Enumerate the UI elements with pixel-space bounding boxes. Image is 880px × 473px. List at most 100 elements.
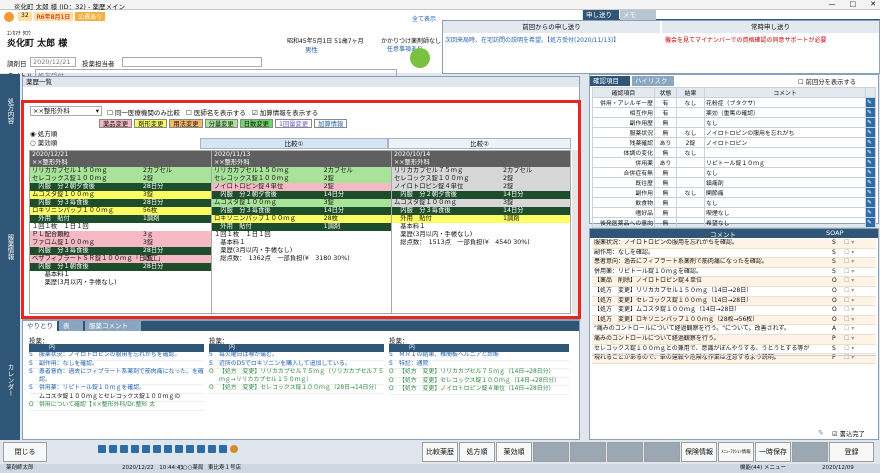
comm-row[interactable]: ムコスタ錠１００ｍｇとセレコックス錠１００ｍｇの [29, 394, 204, 402]
rx-scrollbar[interactable] [572, 150, 578, 314]
comment-check[interactable]: ☐ ▾ [844, 306, 854, 315]
sidebar-item-medication[interactable]: 服薬情報 [5, 234, 15, 260]
comm-row[interactable]: S 患者意向：過去にフィブラート系薬剤で筋肉痛になった。を確認。 [29, 369, 204, 385]
tool-icon-8[interactable] [175, 445, 183, 453]
comm-row[interactable]: S 副作用：なしを確認。 [29, 361, 204, 369]
check-row[interactable]: 相互作用有 薬効（重篤の確認） ✎ [592, 107, 876, 118]
tool-icon-7[interactable] [164, 445, 172, 453]
pen-icon[interactable]: ✎ [818, 429, 824, 437]
tab-exchange[interactable]: やりとり [23, 321, 57, 331]
tool-icon-5[interactable] [142, 445, 150, 453]
comm-row[interactable]: S ＭＲＩの結果、椎間板ヘルニアと診断 [389, 352, 569, 361]
edit-icon[interactable]: ✎ [865, 177, 876, 188]
comment-row[interactable]: 服薬状況：ノイロトロピンの服用を忘れがちを確認。 S ☐ ▾ [592, 239, 876, 249]
rx-row[interactable]: 内服 分３毎食後 14日分 [212, 207, 391, 215]
tab-memo[interactable]: メモ [620, 10, 656, 20]
tool-icon-4[interactable] [131, 445, 139, 453]
edit-icon[interactable]: ✎ [865, 127, 876, 138]
comment-row[interactable]: 副作用：なしを確認。 S ☐ ▾ [592, 248, 876, 259]
rx-row[interactable]: 内服 分３毎食後 28日分 [30, 199, 211, 207]
tool-icon-2[interactable] [109, 445, 117, 453]
edit-icon[interactable]: ✎ [865, 217, 876, 228]
f3-effect-order-button[interactable]: 薬効順 [496, 442, 532, 462]
check-row[interactable]: 副作用無なし 関節痛 ✎ [592, 187, 876, 198]
rx-row[interactable]: １回１枚 １日１回 [30, 223, 211, 231]
rx-row[interactable]: 内服 分３毎食後 14日分 [392, 207, 570, 215]
comm-row[interactable]: S 併用薬：リピトール錠１０ｍｇを確認。 [29, 385, 204, 394]
pharmacist-field[interactable] [122, 57, 262, 67]
check-row[interactable]: 体調の変化無なし ✎ [592, 147, 876, 158]
comment-check[interactable]: ☐ ▾ [844, 268, 854, 277]
edit-icon[interactable]: ✎ [865, 117, 876, 128]
f11-button[interactable] [792, 442, 828, 462]
dept-select[interactable]: ××整形外科 ▾ [30, 106, 102, 116]
comm-row[interactable]: S 近所のDSでロキソニンを購入して追加している。 [209, 361, 384, 369]
rx-row[interactable]: 総点数： 1513点 一部負担(¥ 4540 30%) [392, 239, 570, 247]
check-row[interactable]: 既往歴無 鎮痛剤 ✎ [592, 177, 876, 188]
edit-icon[interactable]: ✎ [865, 137, 876, 148]
same-clinic-checkbox[interactable]: ☐ 同一医療機関のみ比較 [107, 107, 180, 117]
f8-insurance-button[interactable]: 保険情報 [681, 442, 717, 462]
edit-icon[interactable]: ✎ [865, 157, 876, 168]
notebook-icon[interactable] [410, 48, 430, 68]
tool-icon-3[interactable] [120, 445, 128, 453]
check-row[interactable]: 後発医薬品への意向無 希望なし ✎ [592, 217, 876, 228]
comm-row[interactable]: O 【処方 変更】ノイロトロピン錠４単位（14日→28日分） [389, 386, 569, 395]
close-button[interactable]: 閉じる [3, 442, 47, 462]
comment-row[interactable]: 併用薬：リピトール錠１０ｍｇを確認。 S ☐ ▾ [592, 267, 876, 278]
delete-icon[interactable] [230, 445, 238, 453]
comment-check[interactable]: ☐ ▾ [844, 239, 854, 248]
rx-row[interactable]: 内服 分２朝夕食後 14日分 [392, 191, 570, 199]
comment-check[interactable]: ☐ ▾ [844, 249, 854, 258]
comment-row[interactable]: "痛みのコントロールについて経過観察を行う。"について。改善されず。 A ☐ ▾ [592, 325, 876, 335]
rx-row[interactable]: ムコスタ錠１００ｍｇ 3錠 [212, 199, 391, 207]
tab-handover[interactable]: 申し送り [583, 10, 619, 20]
check-row[interactable]: 併用・アレルギー歴有なし 花粉症（ブタクサ） ✎ [592, 97, 876, 108]
rx-row[interactable]: 薬歴(3月以内・手帳なし) [212, 247, 391, 255]
comm-row[interactable]: S 毎火曜日は喉が痛む。 [209, 352, 384, 361]
comment-check[interactable]: ☐ ▾ [844, 325, 854, 334]
rx-row[interactable]: ノイロトロピン錠４単位 2錠 [212, 183, 391, 191]
edit-icon[interactable]: ✎ [865, 197, 876, 208]
f4-button[interactable] [533, 442, 569, 462]
reception-date-field[interactable]: 2020/12/21 [30, 57, 76, 67]
edit-icon[interactable]: ✎ [865, 167, 876, 178]
check-row[interactable]: 副作用歴無 なし ✎ [592, 117, 876, 128]
comment-check[interactable]: ☐ ▾ [844, 258, 854, 267]
f10-temp-save-button[interactable]: 一時保存 [755, 442, 791, 462]
tool-icon-6[interactable] [153, 445, 161, 453]
rx-row[interactable]: セレコックス錠１００ｍｇ 2錠 [392, 175, 570, 183]
comment-check[interactable]: ☐ ▾ [844, 287, 854, 296]
rx-row[interactable]: セレコックス錠１００ｍｇ 2錠 [30, 175, 211, 183]
rx-row[interactable]: 基本料１ [392, 223, 570, 231]
edit-icon[interactable]: ✎ [865, 207, 876, 218]
rx-row[interactable]: 基本料１ [212, 239, 391, 247]
f1-compare-button[interactable]: 比較薬歴 [422, 442, 458, 462]
rx-row[interactable]: １回１枚 １日１回 [212, 231, 391, 239]
check-row[interactable]: 飲食物無 なし ✎ [592, 197, 876, 208]
comm-row[interactable]: S 服薬状況：ノイロトロピンの服用を忘れがちを確認。 [29, 352, 204, 361]
tab-med-comment[interactable]: 服薬コメント [85, 321, 141, 331]
comment-check[interactable]: ☐ ▾ [844, 335, 854, 344]
comm-row[interactable]: S 特記：通院 [389, 361, 569, 369]
comment-row[interactable]: 【処方 変更】セレコックス錠１００ｍｇ（14日→28日） O ☐ ▾ [592, 296, 876, 307]
tool-icon-1[interactable] [98, 445, 106, 453]
comment-check[interactable]: ☐ ▾ [844, 297, 854, 306]
tab-table[interactable]: 表 [59, 321, 83, 331]
minimize-icon[interactable]: — [829, 0, 836, 8]
rx-row[interactable]: 外用 貼付 1調剤 [30, 215, 211, 223]
comm-row[interactable]: O 【処方 変更】リリカカプセル７５ｍｇ（リリカカプセル７５ｍｇ→リリカカプセル１… [209, 369, 384, 385]
comment-check[interactable]: ☐ ▾ [844, 316, 854, 325]
f5-button[interactable] [570, 442, 606, 462]
close-icon[interactable]: ✕ [870, 0, 876, 8]
sidebar-item-calendar[interactable]: カレンダー [5, 364, 15, 397]
edit-icon[interactable]: ✎ [865, 187, 876, 198]
doctor-name-checkbox[interactable]: ☐ 医師名を表示する [186, 107, 246, 117]
tab-check-items[interactable]: 確認項目 [590, 76, 630, 86]
f9-menu-button[interactable]: ﾒﾆｭｰｱｸｼｮﾝ情報 [718, 442, 754, 462]
rx-row[interactable]: リリカカプセル７５ｍｇ 2カプセル [392, 167, 570, 175]
comment-check[interactable]: ☐ ▾ [844, 277, 854, 286]
f6-button[interactable] [607, 442, 643, 462]
compare2-button[interactable]: 比較② [388, 138, 571, 149]
rx-row[interactable]: 内服 分１朝食後 28日分 [30, 263, 211, 271]
